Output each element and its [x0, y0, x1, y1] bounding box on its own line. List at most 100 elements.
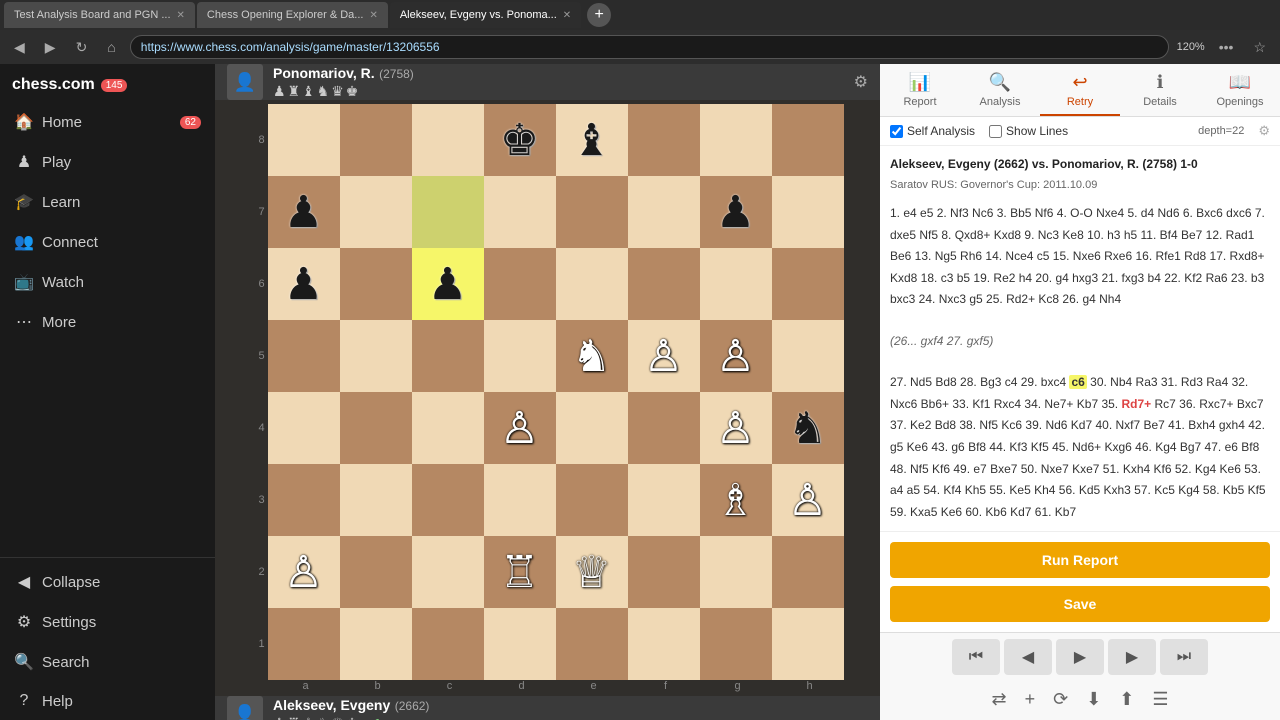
square-d8[interactable]: ♚ [484, 104, 556, 176]
square-a8[interactable] [268, 104, 340, 176]
last-move-button[interactable]: ⏭ [1160, 639, 1208, 675]
sidebar-item-collapse[interactable]: ◀ Collapse [0, 562, 215, 602]
square-a3[interactable] [268, 464, 340, 536]
square-c1[interactable] [412, 608, 484, 680]
square-f7[interactable] [628, 176, 700, 248]
square-h1[interactable] [772, 608, 844, 680]
next-move-button[interactable]: ▶ [1108, 639, 1156, 675]
tab-1-close[interactable]: ✕ [177, 10, 185, 21]
square-b4[interactable] [340, 392, 412, 464]
menu-button[interactable]: ☰ [1148, 685, 1172, 714]
square-h3[interactable]: ♙ [772, 464, 844, 536]
square-b2[interactable] [340, 536, 412, 608]
square-g5[interactable]: ♙ [700, 320, 772, 392]
tab-2-close[interactable]: ✕ [369, 10, 377, 21]
bookmark-button[interactable]: ☆ [1247, 37, 1272, 58]
square-f5[interactable]: ♙ [628, 320, 700, 392]
sidebar-item-help[interactable]: ? Help [0, 682, 215, 720]
square-f1[interactable] [628, 608, 700, 680]
square-c7[interactable] [412, 176, 484, 248]
prev-move-button[interactable]: ◀ [1004, 639, 1052, 675]
square-d4[interactable]: ♙ [484, 392, 556, 464]
square-c2[interactable] [412, 536, 484, 608]
square-g1[interactable] [700, 608, 772, 680]
square-f4[interactable] [628, 392, 700, 464]
square-e5[interactable]: ♞ [556, 320, 628, 392]
square-h8[interactable] [772, 104, 844, 176]
self-analysis-input[interactable] [890, 125, 903, 138]
tab-retry[interactable]: ↩ Retry [1040, 64, 1120, 116]
square-h2[interactable] [772, 536, 844, 608]
square-e6[interactable] [556, 248, 628, 320]
more-options-button[interactable]: ••• [1213, 37, 1240, 57]
square-c3[interactable] [412, 464, 484, 536]
square-g2[interactable] [700, 536, 772, 608]
tab-2[interactable]: Chess Opening Explorer & Da... ✕ [197, 2, 388, 28]
engine-button[interactable]: ⟳ [1049, 685, 1072, 714]
square-a5[interactable] [268, 320, 340, 392]
tab-report[interactable]: 📊 Report [880, 64, 960, 116]
play-button[interactable]: ▶ [1056, 639, 1104, 675]
first-move-button[interactable]: ⏮ [952, 639, 1000, 675]
square-e1[interactable] [556, 608, 628, 680]
square-d5[interactable] [484, 320, 556, 392]
download-button[interactable]: ⬇ [1082, 685, 1105, 714]
sidebar-item-play[interactable]: ♟ Play [0, 142, 215, 182]
tab-1[interactable]: Test Analysis Board and PGN ... ✕ [4, 2, 195, 28]
sidebar-item-search[interactable]: 🔍 Search [0, 642, 215, 682]
highlighted-move[interactable]: c6 [1069, 375, 1086, 389]
home-button[interactable]: ⌂ [101, 37, 121, 57]
square-c8[interactable] [412, 104, 484, 176]
self-analysis-checkbox[interactable]: Retry Self Analysis [890, 124, 975, 138]
moves-area[interactable]: Alekseev, Evgeny (2662) vs. Ponomariov, … [880, 146, 1280, 531]
square-e8[interactable]: ♝ [556, 104, 628, 176]
url-bar[interactable] [130, 35, 1169, 59]
square-f6[interactable] [628, 248, 700, 320]
square-b7[interactable] [340, 176, 412, 248]
square-g3[interactable]: ♗ [700, 464, 772, 536]
square-h6[interactable] [772, 248, 844, 320]
square-b8[interactable] [340, 104, 412, 176]
show-lines-checkbox[interactable]: Show Lines [989, 124, 1068, 138]
tab-3-close[interactable]: ✕ [563, 10, 571, 21]
square-c6[interactable]: ♟ [412, 248, 484, 320]
new-tab-button[interactable]: + [587, 3, 611, 27]
show-lines-input[interactable] [989, 125, 1002, 138]
square-a4[interactable] [268, 392, 340, 464]
square-g6[interactable] [700, 248, 772, 320]
square-e7[interactable] [556, 176, 628, 248]
sidebar-item-home[interactable]: 🏠 Home 62 [0, 102, 215, 142]
save-button[interactable]: Save [890, 586, 1270, 622]
square-f3[interactable] [628, 464, 700, 536]
square-f2[interactable] [628, 536, 700, 608]
square-g4[interactable]: ♙ [700, 392, 772, 464]
square-c5[interactable] [412, 320, 484, 392]
square-b6[interactable] [340, 248, 412, 320]
tab-3[interactable]: Alekseev, Evgeny vs. Ponoma... ✕ [390, 2, 581, 28]
square-d3[interactable] [484, 464, 556, 536]
tab-details[interactable]: ℹ Details [1120, 64, 1200, 116]
sidebar-item-connect[interactable]: 👥 Connect [0, 222, 215, 262]
square-d6[interactable] [484, 248, 556, 320]
sidebar-item-watch[interactable]: 📺 Watch [0, 262, 215, 302]
square-a7[interactable]: ♟ [268, 176, 340, 248]
square-e4[interactable] [556, 392, 628, 464]
run-report-button[interactable]: Run Report [890, 542, 1270, 578]
share-button[interactable]: ⬆ [1115, 685, 1138, 714]
sidebar-item-more[interactable]: ⋯ More [0, 302, 215, 342]
square-d1[interactable] [484, 608, 556, 680]
square-a2[interactable]: ♙ [268, 536, 340, 608]
square-g7[interactable]: ♟ [700, 176, 772, 248]
square-b3[interactable] [340, 464, 412, 536]
flip-board-button[interactable]: ⇄ [987, 685, 1010, 714]
square-e2[interactable]: ♕ [556, 536, 628, 608]
square-a6[interactable]: ♟ [268, 248, 340, 320]
back-button[interactable]: ◀ [8, 37, 31, 58]
square-g8[interactable] [700, 104, 772, 176]
square-h5[interactable] [772, 320, 844, 392]
square-d7[interactable] [484, 176, 556, 248]
sidebar-item-learn[interactable]: 🎓 Learn [0, 182, 215, 222]
moves-text[interactable]: 1. e4 e5 2. Nf3 Nc6 3. Bb5 Nf6 4. O-O Nx… [890, 203, 1270, 311]
sidebar-item-settings[interactable]: ⚙ Settings [0, 602, 215, 642]
board-settings-icon[interactable]: ⚙ [854, 72, 868, 92]
